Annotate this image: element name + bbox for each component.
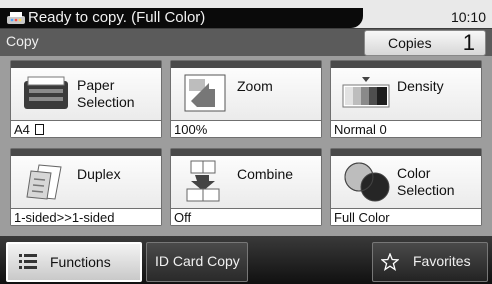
tile-header-bar (331, 149, 481, 156)
status-message-area: Ready to copy. (Full Color) (0, 8, 363, 28)
tile-label: Density (397, 78, 444, 94)
tile-label: Combine (237, 166, 294, 182)
color-selection-icon (344, 162, 390, 202)
tile-label: Zoom (237, 78, 273, 94)
tile-label: Duplex (77, 166, 121, 182)
tile-header-bar (171, 149, 321, 156)
tile-value: A4 (11, 120, 161, 137)
id-card-copy-label: ID Card Copy (155, 253, 240, 269)
status-text: Ready to copy. (Full Color) (28, 9, 206, 26)
tile-header-bar (331, 61, 481, 68)
copies-button[interactable]: Copies 1 (364, 30, 486, 56)
functions-button[interactable]: Functions (6, 242, 142, 282)
zoom-tile[interactable]: Zoom 100% (170, 60, 322, 138)
color-selection-tile[interactable]: Color Selection Full Color (330, 148, 482, 226)
paper-selection-tile[interactable]: Paper Selection A4 (10, 60, 162, 138)
title-bar: Copy Copies 1 (0, 28, 492, 57)
tile-value: Normal 0 (331, 120, 481, 137)
zoom-icon (184, 74, 226, 112)
duplex-tile[interactable]: Duplex 1-sided>>1-sided (10, 148, 162, 226)
favorites-label: Favorites (413, 253, 471, 269)
tile-value: 100% (171, 120, 321, 137)
tile-value: Off (171, 208, 321, 225)
copies-label: Copies (388, 35, 432, 51)
tile-label: Color Selection (397, 165, 455, 198)
tile-header-bar (11, 61, 161, 68)
density-icon (342, 77, 390, 108)
density-tile[interactable]: Density Normal 0 (330, 60, 482, 138)
tile-value: 1-sided>>1-sided (11, 208, 161, 225)
favorites-button[interactable]: Favorites (372, 242, 488, 282)
id-card-copy-button[interactable]: ID Card Copy (146, 242, 248, 282)
list-icon (19, 254, 37, 269)
functions-label: Functions (50, 254, 111, 270)
tile-label: Paper Selection (77, 77, 135, 110)
status-bar: Ready to copy. (Full Color) 10:10 (0, 0, 492, 28)
clock: 10:10 (450, 9, 486, 25)
combine-icon (186, 160, 220, 202)
copies-count: 1 (462, 30, 475, 55)
duplex-icon (26, 164, 62, 200)
paper-orientation-icon (34, 124, 44, 135)
combine-tile[interactable]: Combine Off (170, 148, 322, 226)
tile-header-bar (171, 61, 321, 68)
function-panel: Paper Selection A4 Zoom 100% Density Nor… (0, 56, 492, 236)
star-icon (381, 253, 399, 271)
paper-tray-icon (24, 76, 68, 109)
page-title: Copy (6, 33, 39, 49)
bottom-bar: Functions ID Card Copy Favorites (0, 236, 492, 284)
tile-value: Full Color (331, 208, 481, 225)
printer-status-icon (7, 12, 25, 24)
tile-header-bar (11, 149, 161, 156)
